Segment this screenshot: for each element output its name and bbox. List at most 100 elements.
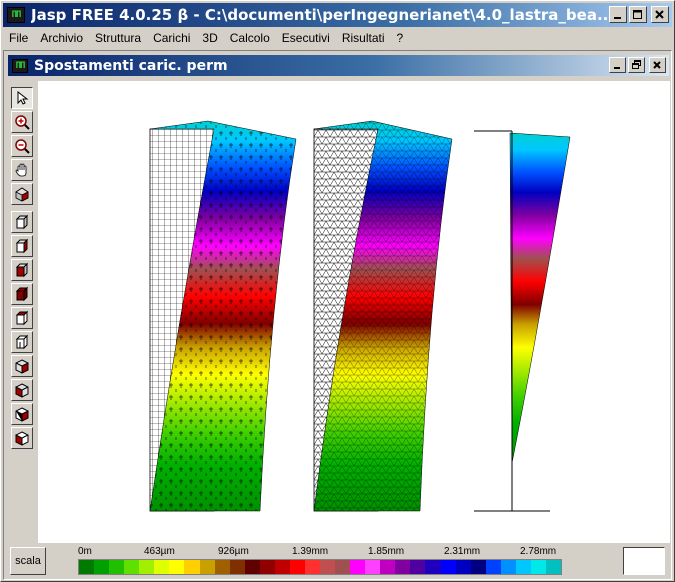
scala-button[interactable]: scala xyxy=(10,547,46,575)
legend-tick: 2.78mm xyxy=(520,546,557,557)
pan-hand-icon xyxy=(15,163,27,177)
child-title-bar[interactable]: ΠΠ Spostamenti caric. perm xyxy=(8,55,669,76)
zoom-out-icon xyxy=(15,139,30,154)
menu-3d[interactable]: 3D xyxy=(196,31,223,45)
rotate-button[interactable] xyxy=(11,183,33,205)
legend-tick: 926µm xyxy=(218,546,249,557)
iso-2-button[interactable] xyxy=(11,379,33,401)
menu-esecutivi[interactable]: Esecutivi xyxy=(276,31,336,45)
zoom-in-button[interactable] xyxy=(11,111,33,133)
scale-value-box[interactable] xyxy=(623,547,665,575)
view-left-button[interactable] xyxy=(11,259,33,281)
close-icon xyxy=(655,9,664,19)
iso-2-icon xyxy=(15,383,29,398)
color-scale-swatch xyxy=(289,560,305,574)
restore-icon xyxy=(631,60,641,69)
color-scale-swatch xyxy=(395,560,411,574)
mdi-client-area: ΠΠ Spostamenti caric. perm scala 0m 463µ… xyxy=(3,50,672,580)
color-scale-swatch xyxy=(304,560,320,574)
model-2-triangular-mesh xyxy=(313,120,453,512)
iso-4-button[interactable] xyxy=(11,427,33,449)
color-scale-swatch xyxy=(154,560,170,574)
child-restore-button[interactable] xyxy=(628,57,645,73)
view-bottom-icon xyxy=(15,334,29,350)
minimize-button[interactable] xyxy=(609,6,627,23)
color-scale-swatch xyxy=(244,560,260,574)
color-scale-swatch xyxy=(455,560,471,574)
maximize-button[interactable] xyxy=(629,6,647,23)
menu-archivio[interactable]: Archivio xyxy=(34,31,89,45)
legend-area: scala 0m 463µm 926µm 1.39mm 1.85mm 2.31m… xyxy=(8,545,669,577)
iso-1-button[interactable] xyxy=(11,355,33,377)
iso-3-button[interactable] xyxy=(11,403,33,425)
app-logo-icon[interactable]: ΠΠ xyxy=(7,7,25,23)
color-scale-swatch xyxy=(320,560,336,574)
color-scale-swatch xyxy=(350,560,366,574)
color-scale-swatch xyxy=(184,560,200,574)
menu-help[interactable]: ? xyxy=(391,31,410,45)
iso-4-icon xyxy=(15,431,29,446)
iso-1-icon xyxy=(15,359,29,374)
app-title: Jasp FREE 4.0.25 β - C:\documenti\perIng… xyxy=(31,6,611,24)
child-title: Spostamenti caric. perm xyxy=(34,57,228,74)
child-close-button[interactable] xyxy=(649,57,666,73)
view-left-icon xyxy=(15,262,29,278)
app-title-bar[interactable]: ΠΠ Jasp FREE 4.0.25 β - C:\documenti\per… xyxy=(3,3,672,27)
view-top-icon xyxy=(15,310,29,326)
child-app-logo-icon[interactable]: ΠΠ xyxy=(12,58,28,73)
color-scale-swatch xyxy=(545,560,561,574)
color-scale-swatch xyxy=(530,560,546,574)
legend-tick: 1.85mm xyxy=(368,546,405,557)
legend-tick: 0m xyxy=(78,546,92,557)
menu-risultati[interactable]: Risultati xyxy=(336,31,391,45)
menu-file[interactable]: File xyxy=(3,31,34,45)
view-bottom-button[interactable] xyxy=(11,331,33,353)
color-scale-swatch xyxy=(169,560,185,574)
model-3-beam-diagram xyxy=(474,130,571,512)
color-scale-swatch xyxy=(440,560,456,574)
view-front-button[interactable] xyxy=(11,211,33,233)
color-scale-swatch xyxy=(214,560,230,574)
color-scale-swatch xyxy=(335,560,351,574)
legend-tick: 1.39mm xyxy=(292,546,329,557)
menu-carichi[interactable]: Carichi xyxy=(147,31,196,45)
color-scale-swatch xyxy=(109,560,125,574)
color-scale-swatch xyxy=(380,560,396,574)
menu-bar: File Archivio Struttura Carichi 3D Calco… xyxy=(3,28,672,48)
view-right-button[interactable] xyxy=(11,283,33,305)
color-scale-swatch xyxy=(79,560,95,574)
color-scale-swatch xyxy=(259,560,275,574)
menu-calcolo[interactable]: Calcolo xyxy=(224,31,276,45)
zoom-out-button[interactable] xyxy=(11,135,33,157)
pointer-tool-button[interactable] xyxy=(11,87,33,109)
color-scale-swatch xyxy=(124,560,140,574)
view-back-button[interactable] xyxy=(11,235,33,257)
color-scale-swatch xyxy=(485,560,501,574)
view-right-icon xyxy=(15,286,29,302)
color-scale-swatch xyxy=(365,560,381,574)
color-scale-swatch xyxy=(94,560,110,574)
rotate-icon xyxy=(15,187,29,202)
color-scale-swatch xyxy=(199,560,215,574)
menu-struttura[interactable]: Struttura xyxy=(89,31,147,45)
color-scale-swatch xyxy=(470,560,486,574)
minimize-icon xyxy=(614,66,620,69)
legend-tick-labels: 0m 463µm 926µm 1.39mm 1.85mm 2.31mm 2.78… xyxy=(78,545,556,559)
app-window: ΠΠ Jasp FREE 4.0.25 β - C:\documenti\per… xyxy=(0,0,675,582)
zoom-in-icon xyxy=(15,115,30,130)
close-button[interactable] xyxy=(651,6,669,23)
model-viewport[interactable] xyxy=(38,81,670,543)
child-minimize-button[interactable] xyxy=(609,57,626,73)
view-top-button[interactable] xyxy=(11,307,33,329)
color-scale-swatch xyxy=(139,560,155,574)
color-scale-swatch xyxy=(515,560,531,574)
pan-button[interactable] xyxy=(11,159,33,181)
color-scale-swatch xyxy=(274,560,290,574)
color-scale-bar xyxy=(78,559,562,575)
model-1-square-mesh xyxy=(149,120,297,512)
color-scale-swatch xyxy=(500,560,516,574)
legend-tick: 463µm xyxy=(144,546,175,557)
color-scale-swatch xyxy=(229,560,245,574)
color-scale-swatch xyxy=(410,560,426,574)
view-front-icon xyxy=(15,214,29,230)
